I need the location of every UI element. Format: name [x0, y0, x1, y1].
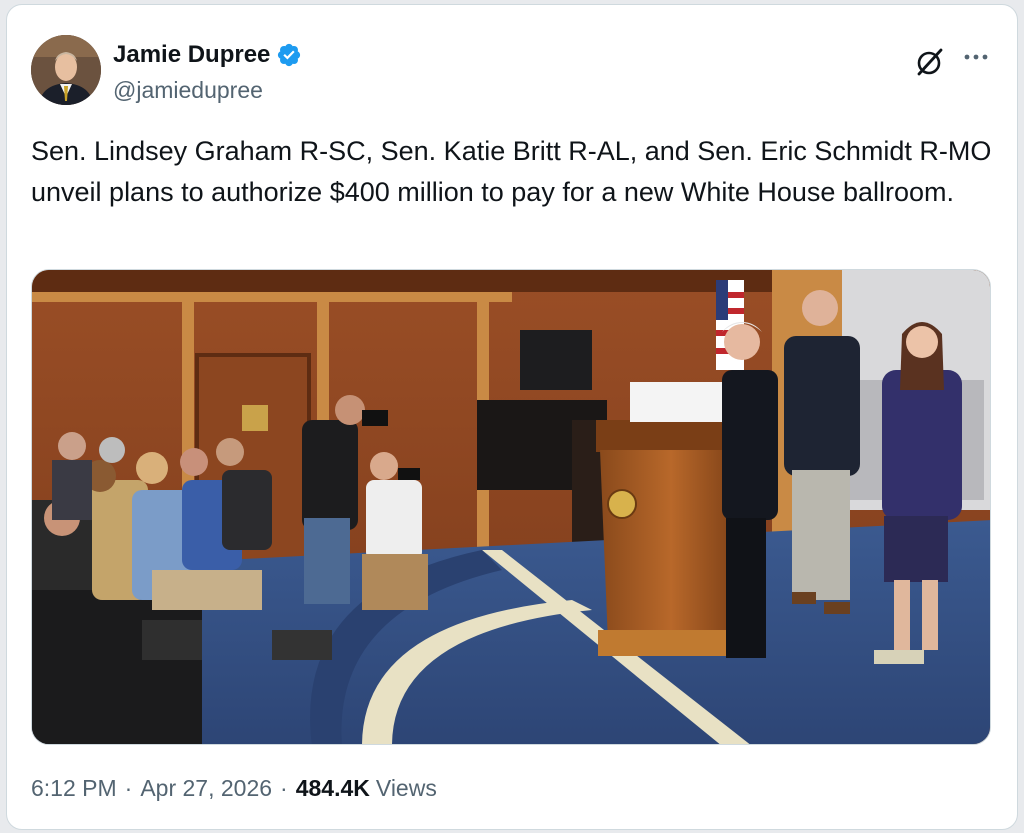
name-row: Jamie Dupree	[113, 41, 302, 69]
tweet-card: Jamie Dupree @jamiedupree Sen. Lindsey G…	[6, 4, 1018, 830]
avatar[interactable]	[31, 35, 101, 105]
tweet-photo[interactable]	[31, 269, 991, 745]
tweet-time[interactable]: 6:12 PM	[31, 775, 117, 802]
tweet-meta: 6:12 PM · Apr 27, 2026 · 484.4K Views	[31, 775, 437, 802]
tweet-header: Jamie Dupree @jamiedupree	[31, 35, 993, 107]
author-handle[interactable]: @jamiedupree	[113, 77, 263, 104]
author-display-name[interactable]: Jamie Dupree	[113, 41, 270, 69]
more-icon[interactable]	[959, 43, 993, 77]
tweet-date[interactable]: Apr 27, 2026	[140, 775, 272, 802]
views-count[interactable]: 484.4K	[296, 775, 370, 802]
meta-separator: ·	[280, 775, 288, 801]
tweet-text: Sen. Lindsey Graham R-SC, Sen. Katie Bri…	[31, 136, 992, 207]
verified-badge-icon	[276, 42, 302, 68]
press-conference-photo	[32, 270, 990, 744]
meta-separator: ·	[124, 775, 133, 801]
grok-icon[interactable]	[913, 45, 947, 79]
views-label: Views	[375, 775, 437, 801]
